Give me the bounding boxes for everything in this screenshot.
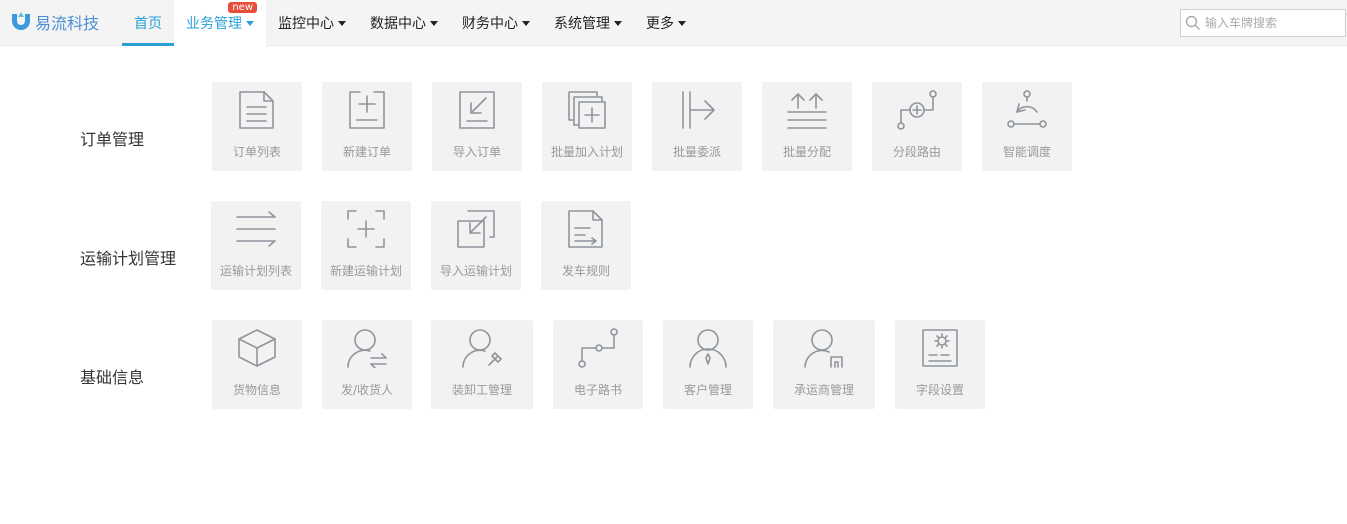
import-icon [459, 91, 495, 129]
tile-e-roadbook[interactable]: 电子路书 [553, 320, 643, 409]
tile-label: 货物信息 [232, 383, 281, 397]
tile-label: 电子路书 [573, 383, 622, 397]
nav-business-label: 业务管理 [186, 16, 242, 32]
main-nav: 首页 业务管理 new 监控中心 数据中心 财务中心 系统管理 更多 [122, 0, 698, 46]
user-tie-icon [689, 329, 727, 368]
tile-smart-dispatch[interactable]: 智能调度 [982, 82, 1072, 171]
tile-label: 客户管理 [683, 383, 732, 397]
chevron-down-icon [614, 20, 622, 26]
delegate-arrow-icon [682, 91, 715, 129]
import-layers-icon [457, 210, 495, 248]
chevron-down-icon [522, 20, 530, 26]
nav-more-label: 更多 [646, 16, 674, 32]
search-input[interactable] [1205, 11, 1341, 35]
top-navbar: 易流科技 首页 业务管理 new 监控中心 数据中心 财务中心 系统管理 更多 [0, 0, 1347, 46]
tile-label: 新建运输计划 [329, 264, 402, 278]
tile-customer-management[interactable]: 客户管理 [663, 320, 753, 409]
chevron-down-icon [338, 20, 346, 26]
tile-carrier-management[interactable]: 承运商管理 [773, 320, 875, 409]
user-building-icon [804, 329, 843, 368]
tile-label: 运输计划列表 [219, 264, 292, 278]
search-icon[interactable] [1181, 10, 1205, 36]
tile-new-order[interactable]: 新建订单 [322, 82, 412, 171]
nav-home-label: 首页 [134, 16, 162, 32]
document-list-icon [239, 91, 274, 129]
distribute-icon [787, 93, 827, 129]
nav-finance-label: 财务中心 [462, 16, 518, 32]
tile-batch-assign[interactable]: 批量分配 [762, 82, 852, 171]
tile-label: 批量分配 [782, 145, 831, 159]
nav-data-label: 数据中心 [370, 16, 426, 32]
chevron-down-icon [678, 20, 686, 26]
nav-system[interactable]: 系统管理 [542, 0, 634, 46]
route-path-icon [578, 328, 618, 368]
tile-segment-route[interactable]: 分段路由 [872, 82, 962, 171]
tile-label: 承运商管理 [793, 383, 854, 397]
user-transfer-icon [347, 329, 387, 368]
tile-plan-list[interactable]: 运输计划列表 [211, 201, 301, 290]
box-icon [238, 329, 276, 367]
chevron-down-icon [430, 20, 438, 26]
section-title-order: 订单管理 [80, 130, 145, 149]
section-title-plan: 运输计划管理 [80, 249, 177, 268]
nav-monitor-label: 监控中心 [278, 16, 334, 32]
chevron-down-icon [246, 20, 254, 26]
tile-label: 发/收货人 [340, 383, 394, 397]
tile-label: 导入运输计划 [439, 264, 512, 278]
tile-label: 发车规则 [561, 264, 610, 278]
tile-shipper-consignee[interactable]: 发/收货人 [322, 320, 412, 409]
tile-label: 导入订单 [452, 145, 501, 159]
frame-plus-icon [347, 210, 385, 248]
stack-plus-icon [568, 91, 606, 129]
nav-system-label: 系统管理 [554, 16, 610, 32]
nav-monitor[interactable]: 监控中心 [266, 0, 358, 46]
tile-label: 批量委派 [672, 145, 721, 159]
document-plus-icon [349, 91, 385, 129]
tile-import-plan[interactable]: 导入运输计划 [431, 201, 521, 290]
user-wrench-icon [462, 329, 502, 368]
document-rule-icon [568, 210, 603, 248]
brand-name: 易流科技 [35, 14, 100, 33]
tile-label: 装卸工管理 [451, 383, 512, 397]
tile-batch-delegate[interactable]: 批量委派 [652, 82, 742, 171]
tile-new-plan[interactable]: 新建运输计划 [321, 201, 411, 290]
new-badge: new [228, 2, 257, 13]
tile-goods-info[interactable]: 货物信息 [212, 320, 302, 409]
nav-more[interactable]: 更多 [634, 0, 698, 46]
nav-data[interactable]: 数据中心 [358, 0, 450, 46]
tile-order-list[interactable]: 订单列表 [212, 82, 302, 171]
tile-label: 分段路由 [892, 145, 941, 159]
document-gear-icon [922, 329, 958, 367]
nav-business[interactable]: 业务管理 new [174, 0, 266, 46]
tile-label: 智能调度 [1002, 145, 1051, 159]
tile-batch-add-plan[interactable]: 批量加入计划 [542, 82, 632, 171]
tile-label: 新建订单 [342, 145, 391, 159]
transfer-lines-icon [236, 211, 276, 247]
tile-loader-management[interactable]: 装卸工管理 [431, 320, 533, 409]
tile-label: 批量加入计划 [550, 145, 623, 159]
tile-label: 订单列表 [232, 145, 281, 159]
tile-departure-rule[interactable]: 发车规则 [541, 201, 631, 290]
tile-field-settings[interactable]: 字段设置 [895, 320, 985, 409]
plate-search [1180, 9, 1346, 37]
nav-finance[interactable]: 财务中心 [450, 0, 542, 46]
smart-dispatch-icon [1007, 90, 1047, 128]
nav-home[interactable]: 首页 [122, 0, 174, 46]
brand-logo[interactable]: 易流科技 [10, 9, 99, 35]
section-title-base: 基础信息 [80, 368, 145, 387]
tile-import-order[interactable]: 导入订单 [432, 82, 522, 171]
route-segment-icon [897, 90, 937, 130]
tile-label: 字段设置 [915, 383, 964, 397]
logo-icon [12, 12, 30, 30]
